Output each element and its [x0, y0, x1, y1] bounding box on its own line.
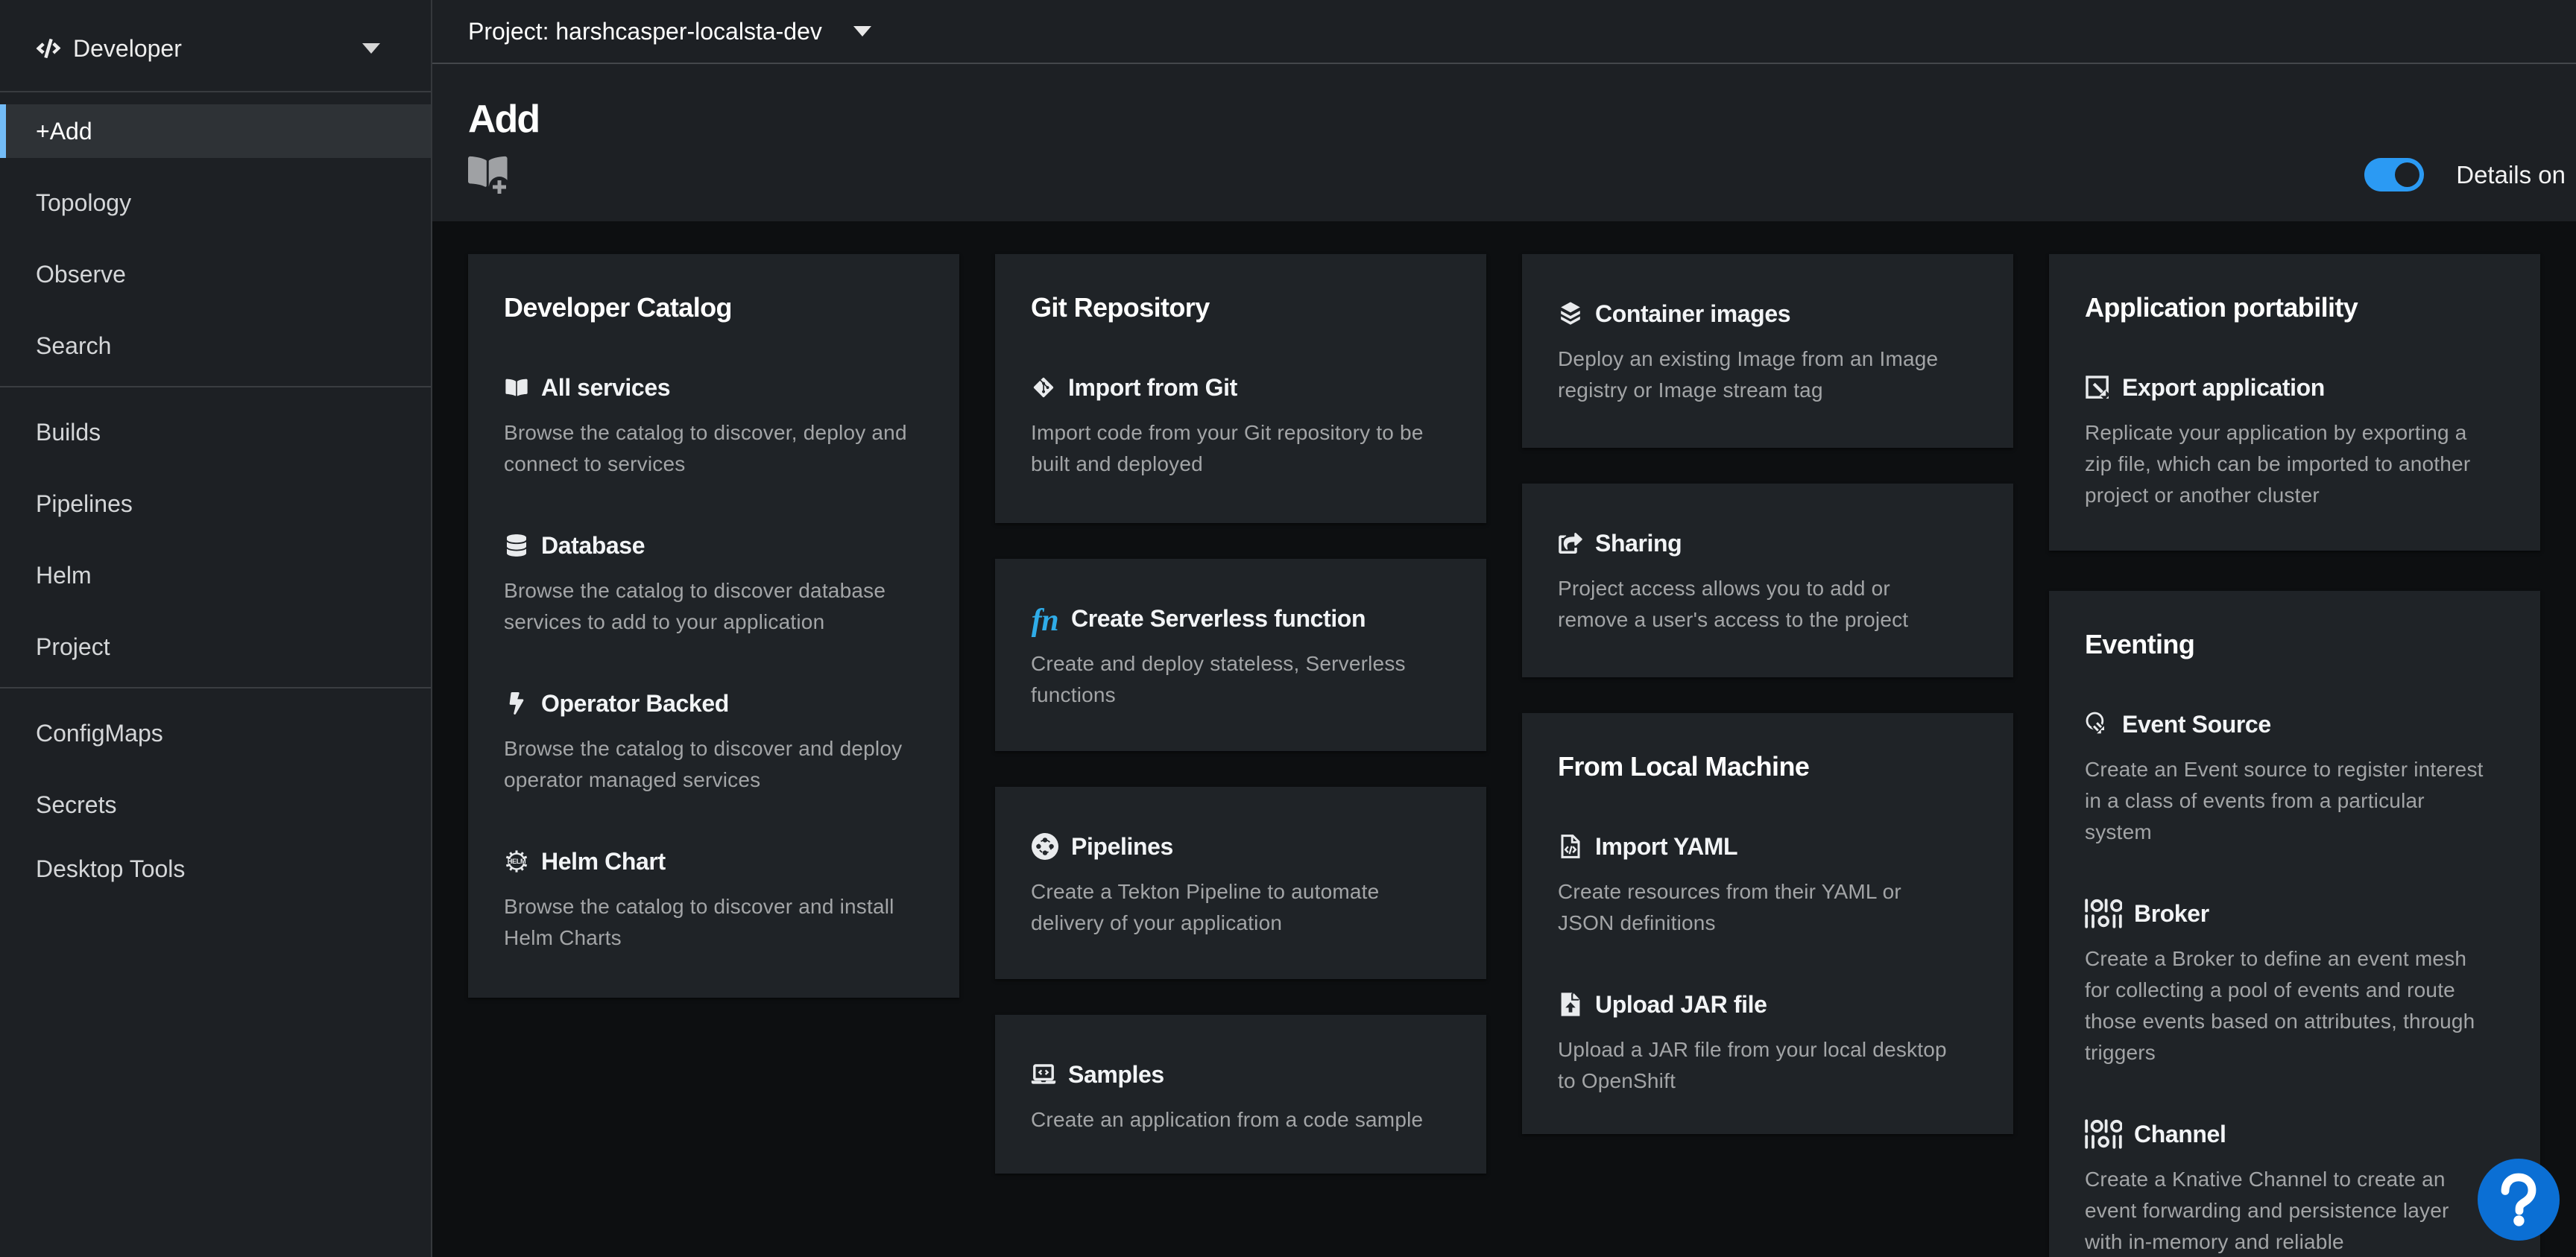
svg-text:HELM: HELM	[508, 858, 526, 865]
